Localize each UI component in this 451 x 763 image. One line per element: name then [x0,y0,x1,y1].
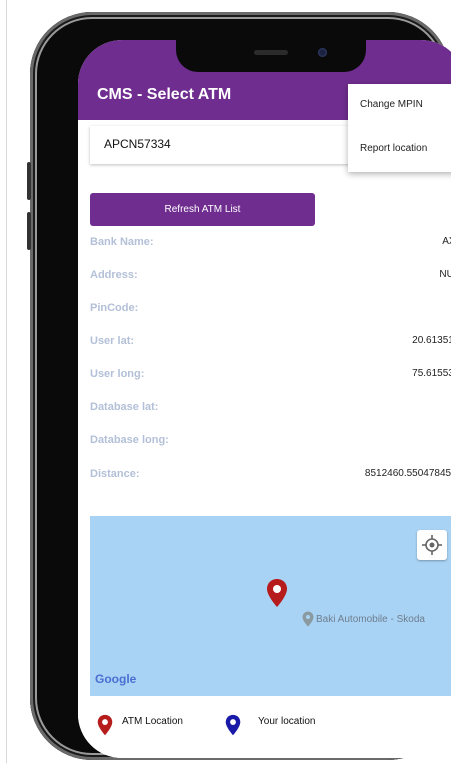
detail-value: NULL [439,269,451,280]
detail-label: Database long: [90,434,169,446]
app-title: CMS - Select ATM [97,86,232,103]
user-location-marker-icon [225,714,241,736]
detail-row-database-long: Database long: [90,434,451,454]
my-location-icon [422,535,442,555]
refresh-atm-list-button[interactable]: Refresh ATM List [90,193,315,226]
detail-label: Distance: [90,468,140,480]
detail-value: 75.6155348 [412,368,451,379]
menu-item-report-location[interactable]: Report location [348,128,451,172]
detail-row-bank-name: Bank Name: AXIS [90,236,451,256]
detail-row-user-lat: User lat: 20.6135141 [90,335,451,355]
overflow-menu: Change MPIN Report location [348,84,451,172]
detail-row-distance: Distance: 8512460.550478458m [90,468,451,488]
legend-user-label: Your location [258,716,316,727]
volume-up-button [27,162,31,200]
detail-row-pincode: PinCode: 0 [90,302,451,322]
legend-atm-label: ATM Location [122,716,183,727]
detail-label: User lat: [90,335,135,347]
detail-row-user-long: User long: 75.6155348 [90,368,451,388]
phone-frame: CMS - Select ATM APCN57334 Change MPIN R… [27,12,451,760]
phone-notch [176,40,366,72]
detail-value: AXIS [442,236,451,247]
map-view[interactable]: Baki Automobile - Skoda Google [90,516,451,696]
detail-label: Database lat: [90,401,159,413]
detail-label: User long: [90,368,145,380]
map-legend: ATM Location Your location [78,696,451,758]
map-place-label: Baki Automobile - Skoda [316,614,425,625]
atm-id-value: APCN57334 [104,137,171,151]
speaker-grille [254,50,288,55]
detail-row-database-lat: Database lat: [90,401,451,421]
page-edge-line [6,0,7,763]
front-camera [318,48,327,57]
detail-row-address: Address: NULL [90,269,451,289]
menu-item-change-mpin[interactable]: Change MPIN [348,84,451,128]
detail-label: Bank Name: [90,236,154,248]
menu-item-label: Report location [360,143,428,154]
place-pin-icon [302,611,314,627]
atm-marker-icon[interactable] [266,578,288,608]
atm-legend-marker-icon [97,714,113,736]
detail-value: 8512460.550478458m [364,468,451,479]
detail-label: PinCode: [90,302,139,314]
phone-screen: CMS - Select ATM APCN57334 Change MPIN R… [78,40,451,758]
my-location-button[interactable] [417,530,447,560]
menu-item-label: Change MPIN [360,99,423,110]
google-logo: Google [95,672,137,686]
detail-label: Address: [90,269,138,281]
volume-down-button [27,212,31,250]
detail-value: 20.6135141 [412,335,451,346]
